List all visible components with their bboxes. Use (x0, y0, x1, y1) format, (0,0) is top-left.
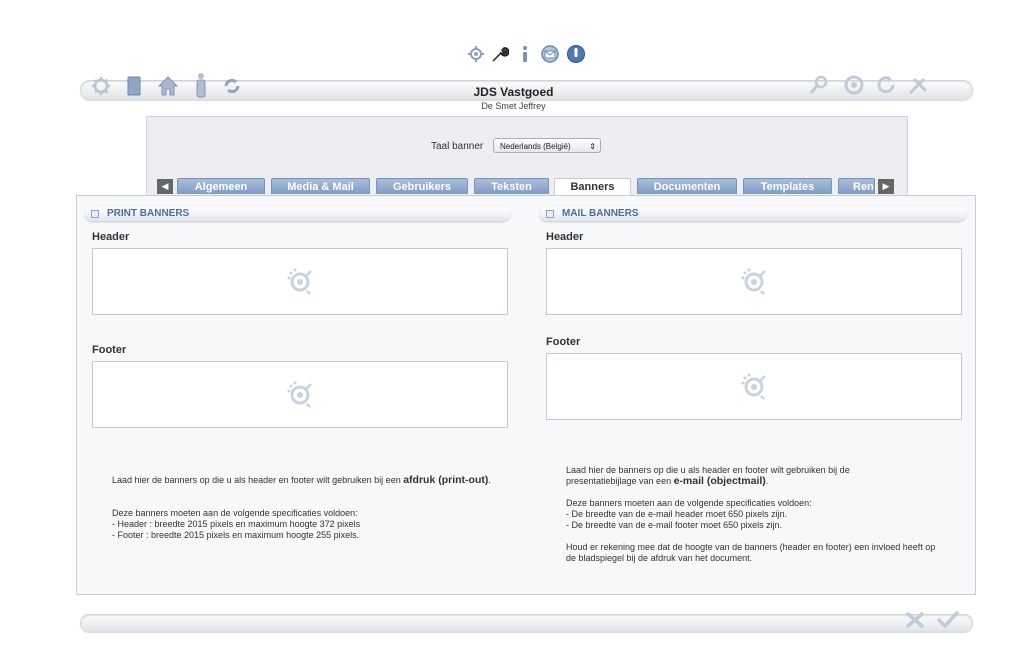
mail-spec-text: Deze banners moeten aan de volgende spec… (566, 498, 956, 531)
mail-spec-intro: Deze banners moeten aan de volgende spec… (566, 498, 812, 508)
footer-bar (80, 614, 973, 632)
tab-templates[interactable]: Templates (743, 178, 832, 194)
print-banners-title: PRINT BANNERS (107, 208, 190, 219)
tab-media-mail[interactable]: Media & Mail (271, 178, 370, 194)
print-spec-footer: - Footer : breedte 2015 pixels en maximu… (112, 530, 360, 540)
banners-content: PRINT BANNERS Header Footer Laad hier de… (76, 195, 976, 595)
tab-banners[interactable]: Banners (554, 178, 631, 196)
tab-ren[interactable]: Ren (838, 178, 875, 194)
mail-icon[interactable] (540, 44, 560, 64)
language-label: Taal banner (431, 141, 484, 152)
user-name: De Smet Jeffrey (481, 101, 546, 111)
cancel-icon[interactable] (904, 610, 926, 630)
tab-scroll-right-button[interactable]: ▶ (878, 179, 894, 194)
print-header-dropzone[interactable] (92, 248, 508, 315)
mail-info-end: . (765, 476, 769, 486)
print-spec-text: Deze banners moeten aan de volgende spec… (112, 508, 502, 541)
tab-documenten[interactable]: Documenten (637, 178, 737, 194)
tab-strip: ◀ Algemeen Media & Mail Gebruikers Tekst… (157, 178, 897, 196)
page-title: JDS Vastgoed (473, 85, 554, 99)
select-arrows-icon: ⇕ (589, 142, 596, 151)
mail-info-text: Laad hier de banners op die u als header… (566, 465, 916, 487)
tab-teksten[interactable]: Teksten (474, 178, 549, 194)
tab-algemeen[interactable]: Algemeen (177, 178, 265, 194)
mail-info-bold: e-mail (objectmail) (673, 475, 766, 487)
print-info-line: Laad hier de banners op die u als header… (112, 475, 401, 485)
print-info-end: . (488, 475, 491, 485)
power-icon[interactable] (566, 44, 586, 64)
tab-scroll-left-button[interactable]: ◀ (157, 179, 173, 194)
placeholder-gear-icon (740, 267, 768, 300)
mail-spec-header: - De breedte van de e-mail header moet 6… (566, 509, 788, 519)
mail-footer-dropzone[interactable] (546, 353, 962, 420)
placeholder-gear-icon (286, 380, 314, 413)
print-header-label: Header (92, 231, 130, 243)
wrench-icon[interactable] (489, 44, 510, 64)
mail-banners-title: MAIL BANNERS (562, 208, 639, 219)
print-spec-header: - Header : breedte 2015 pixels en maximu… (112, 519, 361, 529)
gear-hand-icon[interactable] (466, 44, 486, 64)
mail-footer-label: Footer (546, 336, 581, 348)
collapse-icon (546, 210, 554, 218)
print-footer-label: Footer (92, 344, 127, 356)
print-info-text: Laad hier de banners op die u als header… (112, 475, 502, 486)
confirm-icon[interactable] (936, 610, 960, 630)
mail-header-dropzone[interactable] (546, 248, 962, 315)
language-select-value: Nederlands (België) (500, 142, 571, 151)
print-spec-intro: Deze banners moeten aan de volgende spec… (112, 508, 358, 518)
info-icon[interactable] (515, 44, 535, 64)
print-info-bold: afdruk (print-out) (403, 474, 489, 486)
print-footer-dropzone[interactable] (92, 361, 508, 428)
collapse-icon (91, 210, 99, 218)
mail-header-label: Header (546, 231, 584, 243)
mail-spec-footer: - De breedte van de e-mail footer moet 6… (566, 520, 783, 530)
placeholder-gear-icon (286, 267, 314, 300)
mail-note-text: Houd er rekening mee dat de hoogte van d… (566, 542, 936, 563)
mail-banners-header[interactable]: MAIL BANNERS (540, 207, 966, 221)
print-banners-header[interactable]: PRINT BANNERS (85, 207, 510, 221)
language-select[interactable]: Nederlands (België) ⇕ (493, 138, 601, 153)
placeholder-gear-icon (740, 372, 768, 405)
tab-gebruikers[interactable]: Gebruikers (376, 178, 468, 194)
